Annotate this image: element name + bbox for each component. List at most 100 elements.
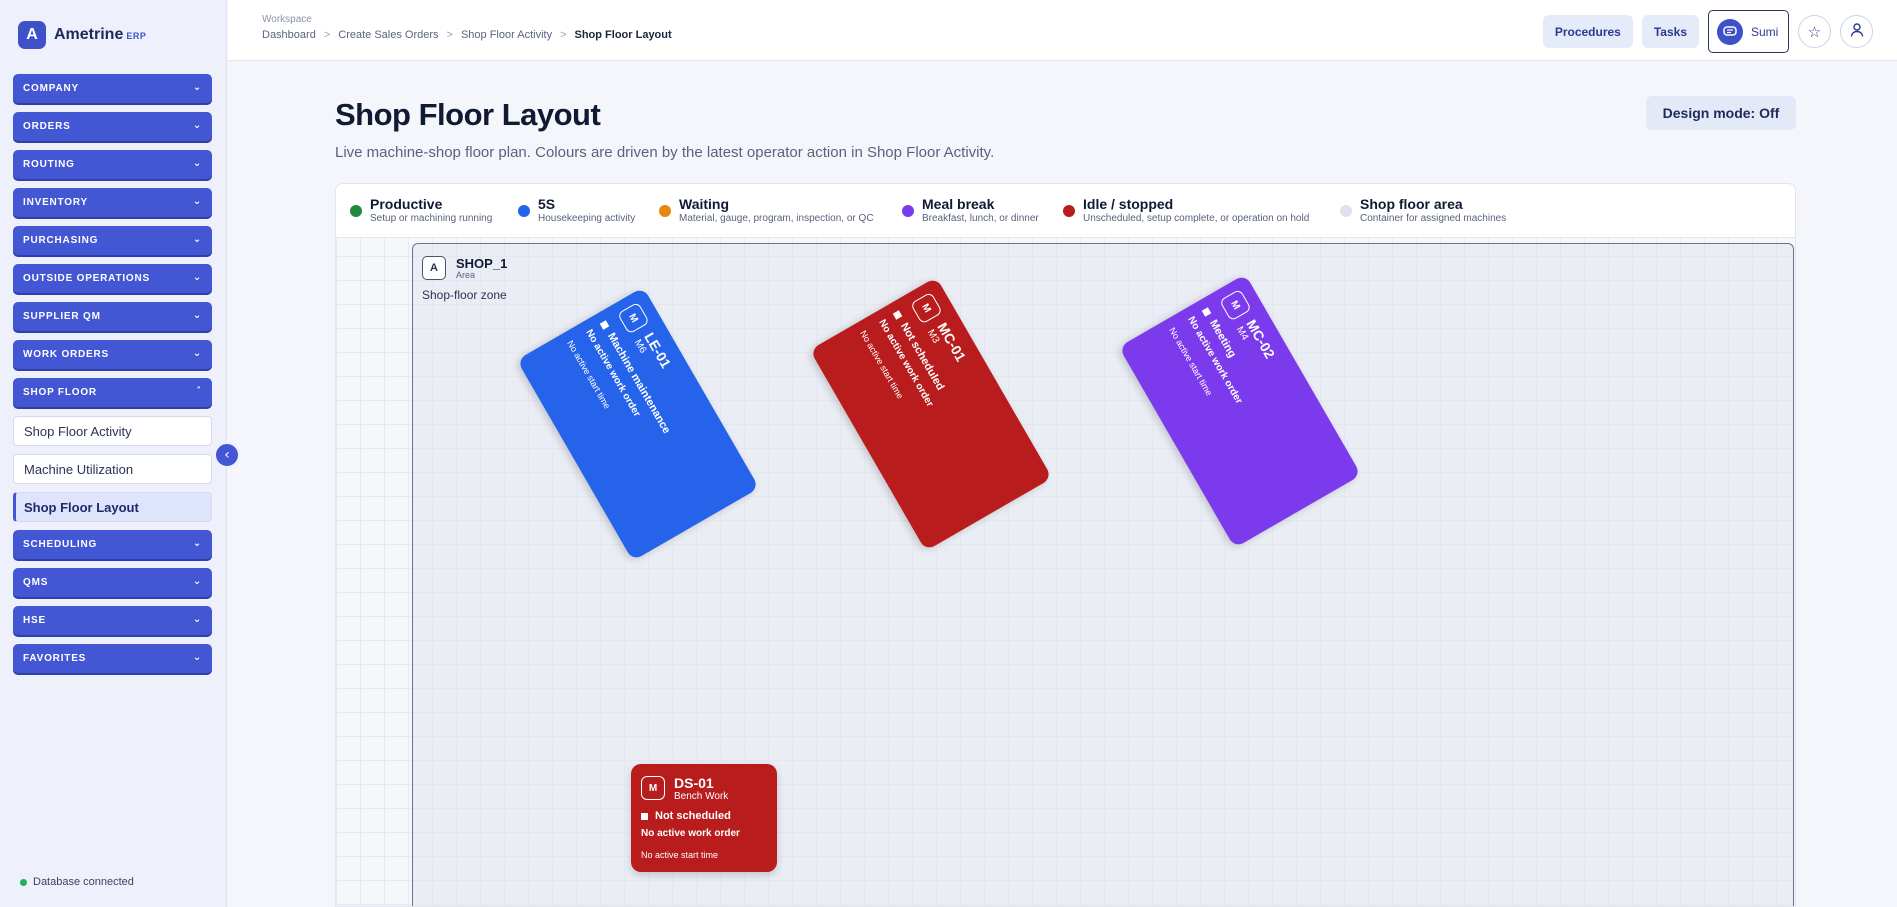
nav-group-supplier-qm[interactable]: SUPPLIER QM ⌄ bbox=[13, 302, 212, 331]
nav-group-shop-floor[interactable]: SHOP FLOOR ˄ bbox=[13, 378, 212, 407]
status-square-icon bbox=[641, 812, 648, 820]
machine-status: Not scheduled bbox=[641, 810, 731, 822]
nav-group-purchasing[interactable]: PURCHASING ⌄ bbox=[13, 226, 212, 255]
nav-group-label: HSE bbox=[23, 615, 46, 626]
brand-logo: A bbox=[18, 21, 46, 49]
legend-name: 5S bbox=[538, 196, 556, 212]
top-actions: Procedures Tasks Sumi ☆ bbox=[1542, 10, 1873, 53]
sidebar-item-shop-floor-layout[interactable]: Shop Floor Layout bbox=[13, 492, 212, 522]
chevron-down-icon: ⌄ bbox=[192, 120, 202, 131]
chevron-down-icon: ⌄ bbox=[192, 234, 202, 245]
machine-card[interactable]: M DS-01 Bench Work Not scheduled No acti… bbox=[631, 764, 777, 872]
chevron-down-icon: ⌄ bbox=[192, 652, 202, 663]
legend-dot-icon bbox=[1063, 205, 1075, 217]
nav-group-work-orders[interactable]: WORK ORDERS ⌄ bbox=[13, 340, 212, 369]
breadcrumb-current: Shop Floor Layout bbox=[574, 29, 672, 41]
machine-code: MC-01 bbox=[934, 319, 970, 365]
status-square-icon bbox=[600, 319, 610, 330]
machine-work-order: No active work order bbox=[641, 828, 740, 839]
legend-desc: Housekeeping activity bbox=[538, 213, 636, 224]
legend: Productive Setup or machining running 5S H… bbox=[336, 184, 1795, 238]
legend-item-5s: 5S Housekeeping activity bbox=[518, 196, 635, 225]
status-dot-icon bbox=[20, 878, 27, 886]
brand-name-text: Ametrine bbox=[54, 26, 124, 43]
legend-dot-icon bbox=[902, 205, 914, 217]
machine-badge: M bbox=[617, 301, 650, 335]
database-status-text: Database connected bbox=[33, 876, 134, 888]
nav-group-label: SCHEDULING bbox=[23, 539, 98, 550]
page-subtitle: Live machine-shop floor plan. Colours ar… bbox=[335, 144, 995, 161]
legend-item-idle-stopped: Idle / stopped Unscheduled, setup complet… bbox=[1063, 196, 1309, 225]
legend-item-meal-break: Meal break Breakfast, lunch, or dinner bbox=[902, 196, 1039, 225]
collapse-sidebar-button[interactable]: ‹ bbox=[214, 442, 240, 468]
legend-name: Meal break bbox=[922, 196, 995, 212]
breadcrumb-separator: > bbox=[323, 29, 331, 41]
brand-suffix: ERP bbox=[126, 31, 147, 41]
nav-group-label: OUTSIDE OPERATIONS bbox=[23, 273, 151, 284]
machine-start-time: No active start time bbox=[641, 850, 719, 860]
chevron-down-icon: ⌄ bbox=[192, 310, 202, 321]
legend-dot-icon bbox=[1340, 205, 1352, 217]
nav-group-label: WORK ORDERS bbox=[23, 349, 110, 360]
chevron-down-icon: ⌄ bbox=[192, 614, 202, 625]
nav-group-label: ORDERS bbox=[23, 121, 71, 132]
chat-icon bbox=[1717, 18, 1743, 45]
nav-group-label: SHOP FLOOR bbox=[23, 387, 97, 398]
breadcrumb-shop-floor-activity[interactable]: Shop Floor Activity bbox=[461, 29, 552, 41]
star-icon: ☆ bbox=[1807, 22, 1822, 41]
nav-group-scheduling[interactable]: SCHEDULING ⌄ bbox=[13, 530, 212, 559]
shop-area[interactable]: A SHOP_1 Area Shop-floor zone M LE-01 M6… bbox=[412, 243, 1794, 906]
procedures-button[interactable]: Procedures bbox=[1542, 15, 1633, 48]
nav-group-favorites[interactable]: FAVORITES ⌄ bbox=[13, 644, 212, 673]
floor-canvas[interactable]: Productive Setup or machining running 5S H… bbox=[335, 183, 1796, 907]
nav-group-label: PURCHASING bbox=[23, 235, 99, 246]
chevron-down-icon: ⌄ bbox=[192, 82, 202, 93]
breadcrumb: Dashboard > Create Sales Orders > Shop F… bbox=[262, 29, 672, 41]
machine-card[interactable]: M MC-01 M3 Not scheduled No active work … bbox=[809, 277, 1053, 551]
breadcrumb-dashboard[interactable]: Dashboard bbox=[262, 29, 316, 41]
sidebar-item-machine-utilization[interactable]: Machine Utilization bbox=[13, 454, 212, 484]
legend-dot-icon bbox=[350, 205, 362, 217]
chevron-down-icon: ⌄ bbox=[192, 158, 202, 169]
status-square-icon bbox=[1202, 306, 1212, 317]
sidebar-item-shop-floor-activity[interactable]: Shop Floor Activity bbox=[13, 416, 212, 446]
machine-status-text: Not scheduled bbox=[655, 810, 731, 822]
user-profile-button[interactable] bbox=[1840, 15, 1873, 48]
legend-name: Idle / stopped bbox=[1083, 196, 1174, 212]
nav-group-label: QMS bbox=[23, 577, 49, 588]
nav-group-hse[interactable]: HSE ⌄ bbox=[13, 606, 212, 635]
brand-name: Ametrine ERP bbox=[54, 26, 146, 44]
workspace-label: Workspace bbox=[262, 14, 312, 25]
chevron-down-icon: ⌄ bbox=[192, 538, 202, 549]
machine-badge: M bbox=[1219, 288, 1252, 322]
breadcrumb-create-sales-orders[interactable]: Create Sales Orders bbox=[338, 29, 438, 41]
design-mode-toggle[interactable]: Design mode: Off bbox=[1646, 96, 1796, 130]
nav-group-outside-operations[interactable]: OUTSIDE OPERATIONS ⌄ bbox=[13, 264, 212, 293]
nav-group-routing[interactable]: ROUTING ⌄ bbox=[13, 150, 212, 179]
chevron-down-icon: ⌄ bbox=[192, 196, 202, 207]
nav-group-company[interactable]: COMPANY ⌄ bbox=[13, 74, 212, 103]
machine-card[interactable]: M MC-02 M4 Meeting No active work order … bbox=[1118, 274, 1362, 548]
nav-group-inventory[interactable]: INVENTORY ⌄ bbox=[13, 188, 212, 217]
legend-dot-icon bbox=[659, 205, 671, 217]
brand[interactable]: A Ametrine ERP bbox=[18, 21, 146, 49]
nav-group-label: SUPPLIER QM bbox=[23, 311, 101, 322]
sidebar-nav: COMPANY ⌄ ORDERS ⌄ ROUTING ⌄ INVENTORY ⌄ PUR… bbox=[13, 74, 212, 682]
nav-group-label: ROUTING bbox=[23, 159, 75, 170]
nav-group-orders[interactable]: ORDERS ⌄ bbox=[13, 112, 212, 141]
topbar: Workspace Dashboard > Create Sales Order… bbox=[228, 0, 1897, 61]
favorite-star-button[interactable]: ☆ bbox=[1798, 15, 1831, 48]
chevron-down-icon: ⌄ bbox=[192, 348, 202, 359]
page-title: Shop Floor Layout bbox=[335, 97, 601, 132]
machine-card[interactable]: M LE-01 M6 Machine maintenance No active… bbox=[516, 287, 760, 561]
legend-dot-icon bbox=[518, 205, 530, 217]
area-zone: Shop-floor zone bbox=[422, 288, 507, 302]
legend-name: Productive bbox=[370, 196, 443, 212]
legend-name: Waiting bbox=[679, 196, 730, 212]
nav-group-qms[interactable]: QMS ⌄ bbox=[13, 568, 212, 597]
machine-code: DS-01 bbox=[674, 775, 714, 791]
assistant-button[interactable]: Sumi bbox=[1708, 10, 1789, 53]
tasks-button[interactable]: Tasks bbox=[1641, 15, 1699, 48]
assistant-label: Sumi bbox=[1751, 24, 1779, 39]
legend-item-shop-floor-area: Shop floor area Container for assigned ma… bbox=[1340, 196, 1506, 225]
